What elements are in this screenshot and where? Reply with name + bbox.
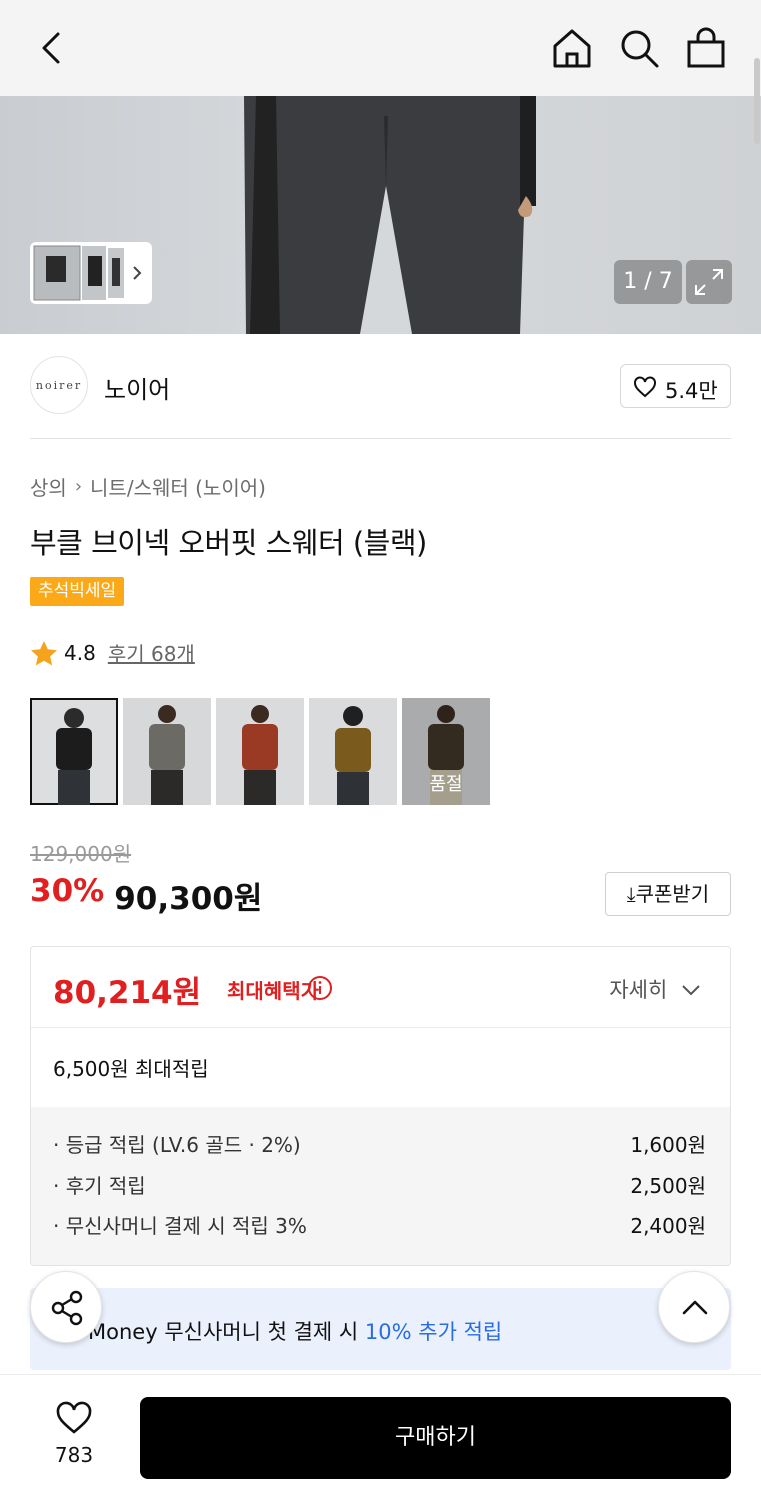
- brand-logo[interactable]: noirer: [30, 356, 88, 414]
- soldout-label: 품절: [429, 774, 463, 795]
- brand-like-count: 5.4만: [665, 379, 718, 403]
- page-scrollbar[interactable]: [754, 58, 760, 144]
- points-row: · 무신사머니 결제 시 적립 3% 2,400원: [53, 1210, 706, 1240]
- coupon-label: 쿠폰받기: [635, 882, 710, 906]
- points-value: 2,400원: [630, 1214, 706, 1238]
- heart-icon: [56, 1401, 92, 1434]
- share-button[interactable]: [30, 1271, 102, 1343]
- product-photo: [244, 96, 536, 334]
- points-label: · 후기 적립: [53, 1174, 146, 1198]
- coupon-download-button[interactable]: ⤓쿠폰받기: [605, 872, 731, 916]
- top-nav-bar: [0, 0, 761, 96]
- info-icon[interactable]: [307, 975, 333, 1001]
- money-banner-text: Money 무신사머니 첫 결제 시 10% 추가 적립: [88, 1316, 502, 1346]
- image-gallery-thumbnails[interactable]: [30, 242, 152, 304]
- color-option-gray[interactable]: [123, 698, 211, 805]
- breadcrumb-subcategory[interactable]: 니트/스웨터 (노이어): [90, 472, 266, 501]
- points-title: 6,500원 최대적립: [53, 1057, 209, 1081]
- divider: [31, 1027, 730, 1028]
- color-option-black[interactable]: [30, 698, 118, 805]
- detail-label: 자세히: [609, 978, 668, 1002]
- breadcrumb: 상의 › 니트/스웨터 (노이어): [30, 472, 266, 501]
- divider: [30, 438, 731, 439]
- max-benefit-label: 최대혜택가: [227, 979, 319, 1003]
- benefit-box: 80,214원 최대혜택가 자세히 6,500원 최대적립 · 등급 적립 (L…: [30, 946, 731, 1266]
- color-options: 품절: [30, 698, 490, 805]
- product-main-image[interactable]: 1 / 7: [0, 96, 761, 334]
- download-icon: ⤓: [626, 882, 636, 906]
- rating-row: 4.8 후기 68개: [30, 638, 195, 667]
- musinsa-money-banner[interactable]: Money 무신사머니 첫 결제 시 10% 추가 적립: [30, 1288, 731, 1370]
- benefit-detail-toggle[interactable]: 자세히: [609, 974, 702, 1004]
- share-icon: [51, 1290, 83, 1326]
- sale-price: 90,300원: [114, 881, 263, 917]
- money-banner-highlight: 10% 추가 적립: [364, 1320, 503, 1344]
- points-row: · 후기 적립 2,500원: [53, 1170, 706, 1200]
- reviews-link[interactable]: 후기 68개: [108, 638, 195, 667]
- sale-price-row: 30% 90,300원: [30, 873, 262, 918]
- back-icon[interactable]: [34, 26, 74, 70]
- scroll-top-button[interactable]: [658, 1271, 730, 1343]
- wishlist-button[interactable]: 783: [40, 1401, 108, 1467]
- points-row: · 등급 적립 (LV.6 골드 · 2%) 1,600원: [53, 1129, 706, 1159]
- brand-name[interactable]: 노이어: [104, 370, 170, 405]
- color-option-brown-soldout[interactable]: 품절: [402, 698, 490, 805]
- product-title: 부클 브이넥 오버핏 스웨터 (블랙): [30, 526, 427, 560]
- points-label: · 등급 적립 (LV.6 골드 · 2%): [53, 1133, 301, 1157]
- points-value: 2,500원: [630, 1174, 706, 1198]
- points-value: 1,600원: [630, 1133, 706, 1157]
- bottom-action-bar: 783 구매하기: [0, 1374, 761, 1500]
- breadcrumb-category[interactable]: 상의: [30, 472, 67, 501]
- points-label: · 무신사머니 결제 시 적립 3%: [53, 1214, 307, 1238]
- brand-like-button[interactable]: 5.4만: [620, 364, 731, 408]
- sale-badge: 추석빅세일: [30, 577, 125, 606]
- color-option-mustard[interactable]: [309, 698, 397, 805]
- search-icon[interactable]: [617, 26, 661, 70]
- chevron-right-icon: ›: [74, 476, 83, 497]
- buy-button[interactable]: 구매하기: [140, 1397, 731, 1479]
- points-breakdown: · 등급 적립 (LV.6 골드 · 2%) 1,600원 · 후기 적립 2,…: [31, 1107, 730, 1265]
- star-icon: [31, 640, 57, 665]
- discount-rate: 30%: [30, 873, 105, 909]
- heart-icon: [634, 376, 656, 398]
- image-counter: 1 / 7: [614, 260, 682, 304]
- rating-value: 4.8: [64, 640, 96, 665]
- chevron-up-icon: [682, 1300, 708, 1315]
- expand-icon[interactable]: [686, 260, 732, 304]
- color-option-red[interactable]: [216, 698, 304, 805]
- max-benefit-price: 80,214원: [53, 975, 202, 1011]
- original-price: 129,000원: [30, 842, 132, 866]
- wishlist-count: 783: [54, 1443, 94, 1467]
- chevron-down-icon: [682, 985, 700, 996]
- shopping-bag-icon[interactable]: [684, 26, 728, 70]
- money-banner-body: 무신사머니 첫 결제 시: [164, 1320, 359, 1344]
- home-icon[interactable]: [550, 26, 594, 70]
